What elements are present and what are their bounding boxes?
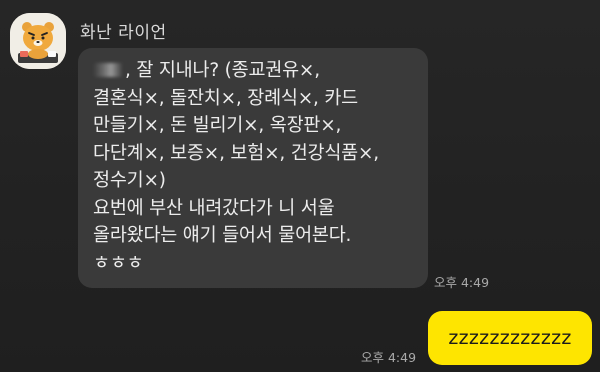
message-line: 올라왔다는 얘기 들어서 물어본다. [93,225,352,246]
outgoing-message-timestamp: 오후 4:49 [361,350,417,365]
incoming-message-bubble[interactable]: , 잘 지내나? (종교권유×, 결혼식×, 돌잔치×, 장례식×, 카드 만들… [78,48,428,288]
message-line: ㅎㅎㅎ [93,252,144,274]
message-line: 다단계×, 보증×, 보험×, 건강식품×, [93,142,379,164]
message-line: 정수기×) [93,170,166,191]
chat-room: 화난 라이언 , 잘 지내나? (종교권유×, 결혼식×, 돌잔치×, 장례식×… [0,0,600,372]
incoming-message-timestamp: 오후 4:49 [434,275,490,290]
outgoing-message-text: zzzzzzzzzzzz [448,327,572,349]
message-line: 만들기×, 돈 빌리기×, 옥장판×, [93,115,342,136]
profile-avatar[interactable] [10,13,66,69]
message-line-text: , 잘 지내나? (종교권유×, [125,60,320,81]
sender-name[interactable]: 화난 라이언 [80,18,167,43]
outgoing-message-bubble[interactable]: zzzzzzzzzzzz [428,311,592,365]
message-line: 요번에 부산 내려갔다가 니 서울 [93,197,335,219]
angry-ryan-character-icon [10,13,66,69]
message-line: , 잘 지내나? (종교권유×, [93,57,416,85]
redacted-name [93,63,123,77]
message-line: 결혼식×, 돌잔치×, 장례식×, 카드 [93,87,359,109]
